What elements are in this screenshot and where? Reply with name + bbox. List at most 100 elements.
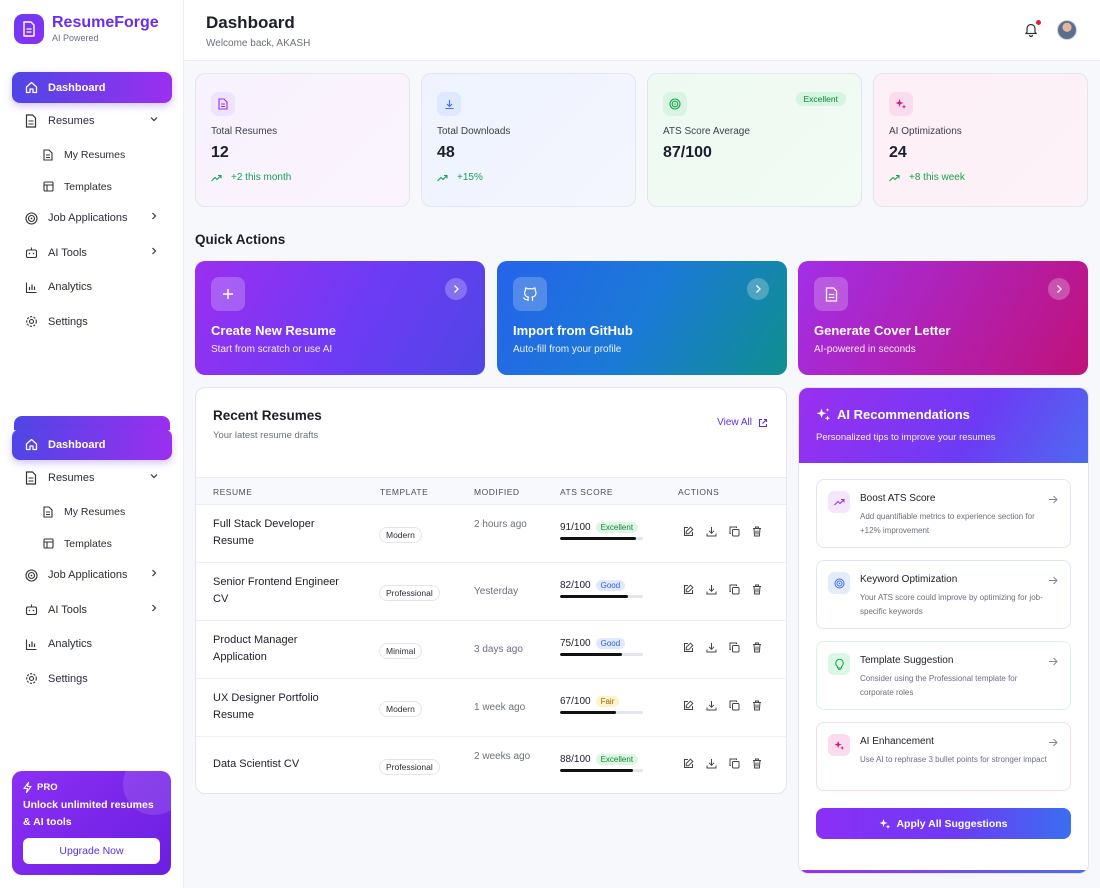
chevron-down-icon[interactable]	[149, 471, 159, 484]
trash-icon[interactable]	[752, 526, 775, 537]
document-icon	[41, 505, 55, 519]
view-all-link[interactable]: View All	[717, 417, 768, 428]
modified-date: 2 hours ago	[474, 519, 527, 530]
chevron-right-icon[interactable]	[149, 211, 159, 224]
chevron-right-icon[interactable]	[149, 603, 159, 616]
copy-icon[interactable]	[729, 642, 752, 653]
sidebar-item-my-resumes[interactable]: My Resumes	[12, 496, 172, 528]
sidebar-item-ai-tools[interactable]: AI Tools	[12, 237, 172, 269]
arrow-right-icon[interactable]	[1048, 491, 1058, 509]
sidebar-item-label: Job Applications	[48, 569, 128, 582]
edit-icon[interactable]	[683, 526, 706, 537]
edit-icon[interactable]	[683, 758, 706, 769]
chevron-down-icon[interactable]	[149, 114, 159, 127]
sidebar-item-my-resumes[interactable]: My Resumes	[12, 139, 172, 171]
stat-trend: +8 this week	[889, 172, 1072, 183]
ai-recommendations-header: AI Recommendations Personalized tips to …	[799, 388, 1088, 463]
chevron-right-icon[interactable]	[149, 246, 159, 259]
avatar[interactable]	[1057, 20, 1077, 40]
table-row[interactable]: Full Stack Developer Resume Modern 2 hours…	[196, 505, 786, 563]
edit-icon[interactable]	[683, 584, 706, 595]
download-icon[interactable]	[706, 584, 729, 595]
ats-score: 75/100 Good	[560, 638, 643, 656]
resume-name[interactable]: UX Designer Portfolio Resume	[213, 690, 343, 724]
quick-action-subtitle: Start from scratch or use AI	[211, 344, 333, 355]
trending-up-icon	[437, 174, 453, 182]
stat-trend-text: +2 this month	[231, 172, 292, 183]
edit-icon[interactable]	[683, 642, 706, 653]
sidebar-item-settings[interactable]: Settings	[12, 306, 172, 338]
recommendation-template-suggestion[interactable]: Template Suggestion Consider using the P…	[816, 641, 1071, 710]
copy-icon[interactable]	[729, 758, 752, 769]
download-icon[interactable]	[706, 642, 729, 653]
copy-icon[interactable]	[729, 700, 752, 711]
top-header: Dashboard Welcome back, AKASH	[184, 0, 1100, 61]
sidebar-item-ai-tools[interactable]: AI Tools	[12, 594, 172, 626]
download-icon[interactable]	[706, 526, 729, 537]
recommendation-keyword-optimization[interactable]: Keyword Optimization Your ATS score coul…	[816, 560, 1071, 629]
sidebar-item-analytics[interactable]: Analytics	[12, 628, 172, 660]
arrow-right-icon[interactable]	[1048, 734, 1058, 752]
status-badge: Good	[595, 638, 626, 649]
sidebar-item-templates[interactable]: Templates	[12, 528, 172, 560]
table-row[interactable]: Data Scientist CV Professional 2 weeks ago…	[196, 737, 786, 793]
bar-chart-icon	[23, 636, 39, 652]
trash-icon[interactable]	[752, 642, 775, 653]
apply-all-suggestions-button[interactable]: Apply All Suggestions	[816, 808, 1071, 839]
download-icon[interactable]	[706, 700, 729, 711]
column-header: ATS SCORE	[560, 487, 613, 497]
bot-icon	[23, 245, 39, 261]
resume-name[interactable]: Product Manager Application	[213, 632, 343, 666]
sidebar-item-templates[interactable]: Templates	[12, 171, 172, 203]
table-row[interactable]: UX Designer Portfolio Resume Modern 1 week…	[196, 679, 786, 737]
resume-name[interactable]: Senior Frontend Engineer CV	[213, 574, 343, 608]
bar-chart-icon	[23, 279, 39, 295]
edit-icon[interactable]	[683, 700, 706, 711]
chevron-right-icon[interactable]	[149, 568, 159, 581]
sidebar-item-analytics[interactable]: Analytics	[12, 271, 172, 303]
sidebar-item-resumes[interactable]: Resumes	[12, 462, 172, 494]
table-row[interactable]: Product Manager Application Minimal 3 days…	[196, 621, 786, 679]
chevron-right-icon[interactable]	[445, 278, 467, 300]
chevron-right-icon[interactable]	[747, 278, 769, 300]
sidebar-item-label: Dashboard	[48, 81, 106, 94]
arrow-right-icon[interactable]	[1048, 572, 1058, 590]
sidebar-item-job-applications[interactable]: Job Applications	[12, 559, 172, 591]
stat-trend: +15%	[437, 172, 620, 183]
recommendation-desc: Add quantifiable metrics to experience s…	[860, 512, 1035, 535]
row-actions	[683, 758, 775, 769]
sidebar-item-label: Templates	[64, 537, 112, 550]
layout-icon	[41, 537, 55, 551]
table-row[interactable]: Senior Frontend Engineer CV Professional Y…	[196, 563, 786, 621]
ai-recommendations-subtitle: Personalized tips to improve your resume…	[816, 432, 996, 443]
sidebar-item-resumes[interactable]: Resumes	[12, 105, 172, 137]
trash-icon[interactable]	[752, 758, 775, 769]
bot-icon	[23, 602, 39, 618]
generate-cover-letter-card[interactable]: Generate Cover Letter AI-powered in seco…	[798, 261, 1088, 375]
sparkles-icon	[879, 818, 896, 830]
brand[interactable]: ResumeForge AI Powered	[14, 14, 159, 44]
target-icon	[828, 572, 850, 594]
brand-name: ResumeForge	[52, 14, 159, 31]
sidebar-item-dashboard[interactable]: Dashboard	[12, 429, 172, 460]
recommendation-desc: Your ATS score could improve by optimizi…	[860, 593, 1043, 616]
recommendation-boost-ats-score[interactable]: Boost ATS Score Add quantifiable metrics…	[816, 479, 1071, 548]
sidebar-item-job-applications[interactable]: Job Applications	[12, 202, 172, 234]
arrow-right-icon[interactable]	[1048, 653, 1058, 671]
status-badge: Fair	[595, 696, 620, 707]
sidebar-item-settings[interactable]: Settings	[12, 663, 172, 695]
bell-icon[interactable]	[1024, 22, 1038, 42]
trash-icon[interactable]	[752, 584, 775, 595]
recommendation-ai-enhancement[interactable]: AI Enhancement Use AI to rephrase 3 bull…	[816, 722, 1071, 791]
create-new-resume-card[interactable]: Create New Resume Start from scratch or …	[195, 261, 485, 375]
download-icon[interactable]	[706, 758, 729, 769]
sidebar-item-dashboard[interactable]: Dashboard	[12, 72, 172, 103]
resume-name[interactable]: Full Stack Developer Resume	[213, 516, 343, 550]
import-from-github-card[interactable]: Import from GitHub Auto-fill from your p…	[497, 261, 787, 375]
copy-icon[interactable]	[729, 584, 752, 595]
chevron-right-icon[interactable]	[1048, 278, 1070, 300]
upgrade-now-button[interactable]: Upgrade Now	[23, 838, 160, 864]
copy-icon[interactable]	[729, 526, 752, 537]
trash-icon[interactable]	[752, 700, 775, 711]
resume-name[interactable]: Data Scientist CV	[213, 756, 343, 773]
